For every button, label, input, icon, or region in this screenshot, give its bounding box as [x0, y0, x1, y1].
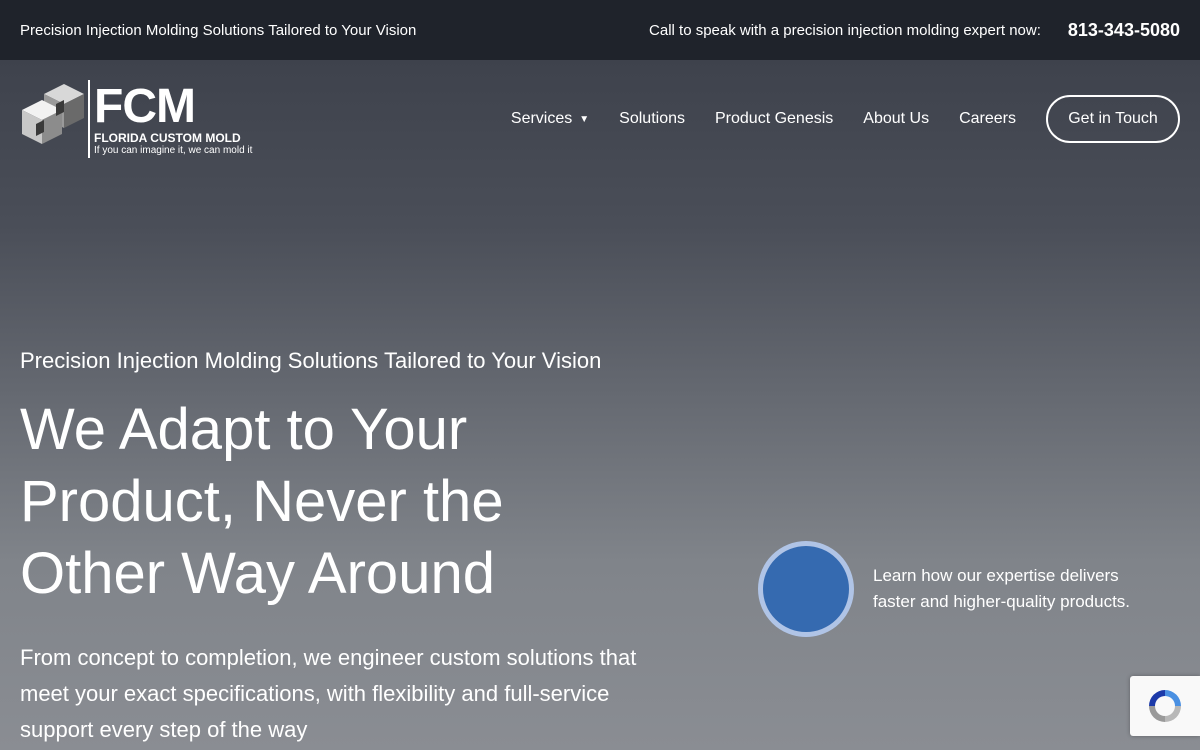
logo-acronym: FCM	[94, 79, 196, 133]
video-promo: Learn how our expertise delivers faster …	[758, 541, 1163, 637]
nav-label: Product Genesis	[715, 110, 834, 127]
nav-item-product-genesis[interactable]: Product Genesis	[715, 110, 833, 128]
recaptcha-icon	[1149, 690, 1181, 722]
get-in-touch-button[interactable]: Get in Touch	[1046, 95, 1180, 143]
logo-tagline: If you can imagine it, we can mold it	[94, 144, 253, 156]
nav-item-careers[interactable]: Careers	[959, 110, 1016, 128]
chevron-down-icon: ▼	[579, 113, 590, 125]
logo-company-name: FLORIDA CUSTOM MOLD	[94, 130, 241, 145]
top-bar: Precision Injection Molding Solutions Ta…	[0, 0, 1200, 60]
hero-title: We Adapt to Your Product, Never the Othe…	[20, 397, 504, 606]
topbar-tagline: Precision Injection Molding Solutions Ta…	[20, 21, 417, 39]
topbar-contact: Call to speak with a precision injection…	[649, 20, 1180, 41]
topbar-call-text: Call to speak with a precision injection…	[649, 21, 1041, 39]
logo[interactable]: FCM FLORIDA CUSTOM MOLD If you can imagi…	[20, 79, 252, 159]
nav-item-about-us[interactable]: About Us	[863, 110, 929, 128]
video-promo-text: Learn how our expertise delivers faster …	[873, 566, 1131, 611]
cube-logo-icon	[20, 84, 86, 154]
phone-link[interactable]: 813-343-5080	[1068, 20, 1180, 41]
logo-divider	[88, 80, 90, 158]
play-video-icon[interactable]	[758, 541, 854, 637]
nav-item-services[interactable]: Services ▼	[511, 110, 589, 128]
nav-label: About Us	[863, 110, 930, 127]
recaptcha-badge[interactable]	[1130, 676, 1200, 736]
hero-kicker: Precision Injection Molding Solutions Ta…	[20, 348, 602, 373]
nav-label: Solutions	[619, 110, 685, 127]
hero-section: Precision Injection Molding Solutions Ta…	[20, 345, 680, 748]
hero-description: From concept to completion, we engineer …	[20, 645, 637, 742]
main-nav: Services ▼ Solutions Product Genesis Abo…	[481, 95, 1180, 143]
site-header: FCM FLORIDA CUSTOM MOLD If you can imagi…	[0, 60, 1200, 178]
nav-label: Services	[510, 110, 573, 127]
nav-label: Careers	[959, 110, 1016, 127]
nav-item-solutions[interactable]: Solutions	[619, 110, 685, 128]
logo-text: FCM FLORIDA CUSTOM MOLD If you can imagi…	[94, 79, 253, 156]
